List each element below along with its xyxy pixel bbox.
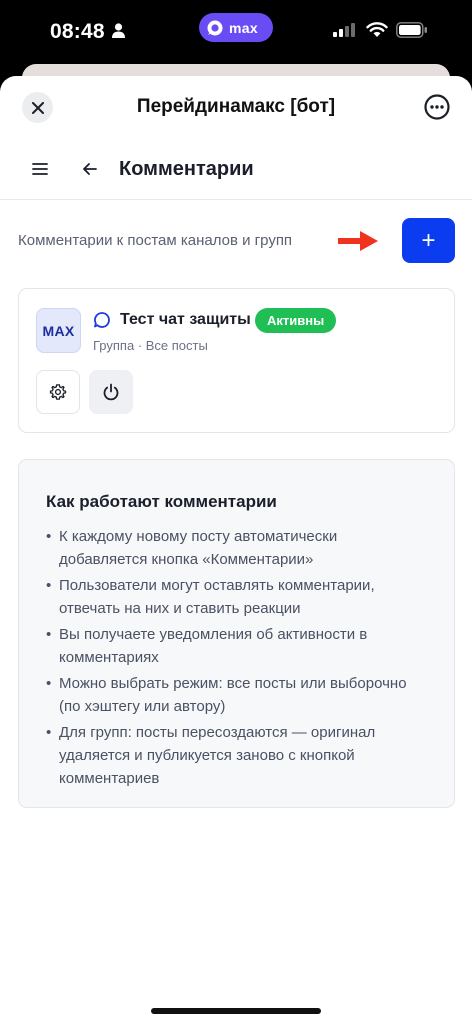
list-item: К каждому новому посту автоматически доб… [46, 525, 426, 571]
list-item: Для групп: посты пересоздаются — оригина… [46, 721, 426, 790]
status-bar: 08:48 max [0, 0, 472, 62]
menu-icon[interactable] [31, 160, 49, 178]
chat-bubble-icon [94, 312, 110, 328]
list-item: Можно выбрать режим: все посты или выбор… [46, 672, 426, 718]
list-item: Вы получаете уведомления об активности в… [46, 623, 426, 669]
max-logo-icon [207, 20, 223, 35]
chat-subtitle: Группа · Все посты [93, 338, 208, 353]
more-icon[interactable] [424, 94, 450, 120]
add-chat-button[interactable]: + [402, 218, 455, 263]
max-pill-label: max [229, 19, 258, 36]
avatar: MAX [36, 308, 81, 353]
back-arrow-icon[interactable] [81, 160, 99, 178]
wifi-icon [366, 22, 388, 37]
signal-icon [333, 23, 355, 37]
status-time: 08:48 [50, 20, 105, 43]
bot-sheet: Перейдинамакс [бот] Комментарии Коммента… [0, 76, 472, 1024]
power-button[interactable] [89, 370, 133, 414]
list-item: Пользователи могут оставлять комментарии… [46, 574, 426, 620]
chat-card[interactable]: MAX Тест чат защиты Активны Группа · Все… [18, 288, 455, 433]
sheet-header: Перейдинамакс [бот] [0, 76, 472, 140]
person-icon [112, 23, 125, 38]
red-arrow-annotation [338, 231, 378, 251]
max-app-pill[interactable]: max [199, 13, 273, 42]
page-nav: Комментарии [0, 146, 472, 200]
how-it-works-list: К каждому новому посту автоматически доб… [46, 525, 426, 793]
battery-icon [396, 22, 427, 38]
how-it-works-card: Как работают комментарии К каждому новом… [18, 459, 455, 808]
gear-icon [49, 384, 67, 400]
page-title: Комментарии [119, 158, 254, 180]
bot-title: Перейдинамакс [бот] [136, 96, 336, 117]
status-badge: Активны [255, 308, 337, 333]
comments-intro: Комментарии к постам каналов и групп + [0, 200, 472, 280]
power-icon [103, 383, 119, 401]
how-it-works-title: Как работают комментарии [46, 492, 277, 511]
home-indicator[interactable] [151, 1008, 321, 1014]
comments-description: Комментарии к постам каналов и групп [18, 232, 293, 249]
settings-button[interactable] [36, 370, 80, 414]
chat-name: Тест чат защиты [120, 311, 251, 328]
